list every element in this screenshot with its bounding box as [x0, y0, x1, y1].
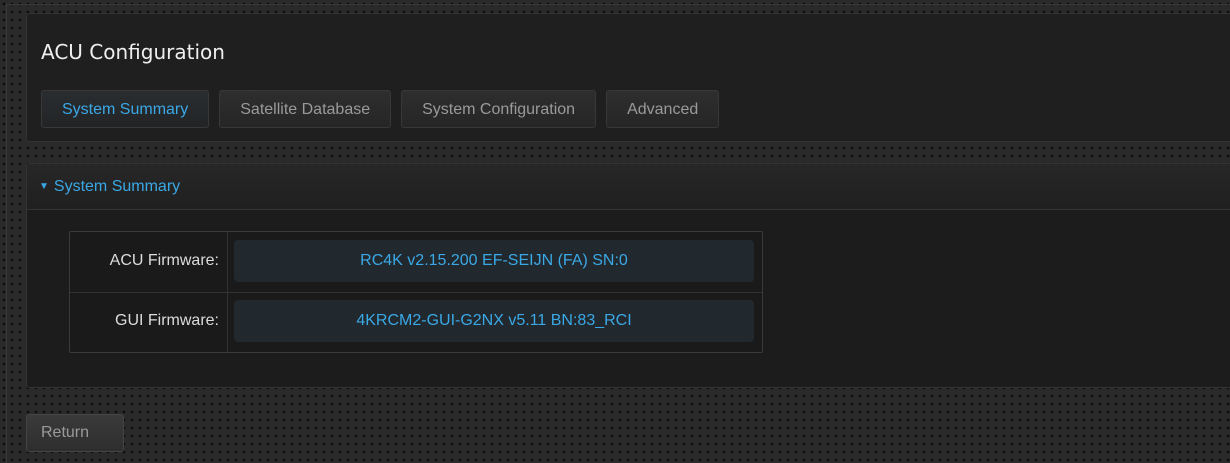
system-summary-panel: ▼ System Summary ACU Firmware: RC4K v2.15… — [26, 163, 1230, 388]
info-row-gui-firmware: GUI Firmware: 4KRCM2-GUI-G2NX v5.11 BN:8… — [70, 292, 762, 352]
info-row-acu-firmware: ACU Firmware: RC4K v2.15.200 EF-SEIJN (F… — [70, 232, 762, 293]
gui-firmware-label: GUI Firmware: — [70, 292, 228, 352]
tab-satellite-database[interactable]: Satellite Database — [219, 90, 392, 128]
tab-advanced[interactable]: Advanced — [606, 90, 720, 128]
acu-firmware-label: ACU Firmware: — [70, 232, 228, 292]
caret-down-icon: ▼ — [39, 181, 49, 192]
system-summary-header[interactable]: ▼ System Summary — [27, 164, 1230, 210]
gui-firmware-value: 4KRCM2-GUI-G2NX v5.11 BN:83_RCI — [234, 300, 754, 342]
header-panel: ACU Configuration System Summary Satelli… — [26, 13, 1230, 142]
tab-bar: System Summary Satellite Database System… — [41, 90, 720, 128]
return-button[interactable]: Return — [26, 414, 124, 452]
acu-firmware-value: RC4K v2.15.200 EF-SEIJN (FA) SN:0 — [234, 240, 754, 282]
firmware-info-table: ACU Firmware: RC4K v2.15.200 EF-SEIJN (F… — [69, 231, 763, 353]
section-title: System Summary — [53, 178, 181, 195]
tab-system-summary[interactable]: System Summary — [41, 90, 210, 128]
tab-system-configuration[interactable]: System Configuration — [401, 90, 597, 128]
page-title: ACU Configuration — [41, 40, 225, 64]
